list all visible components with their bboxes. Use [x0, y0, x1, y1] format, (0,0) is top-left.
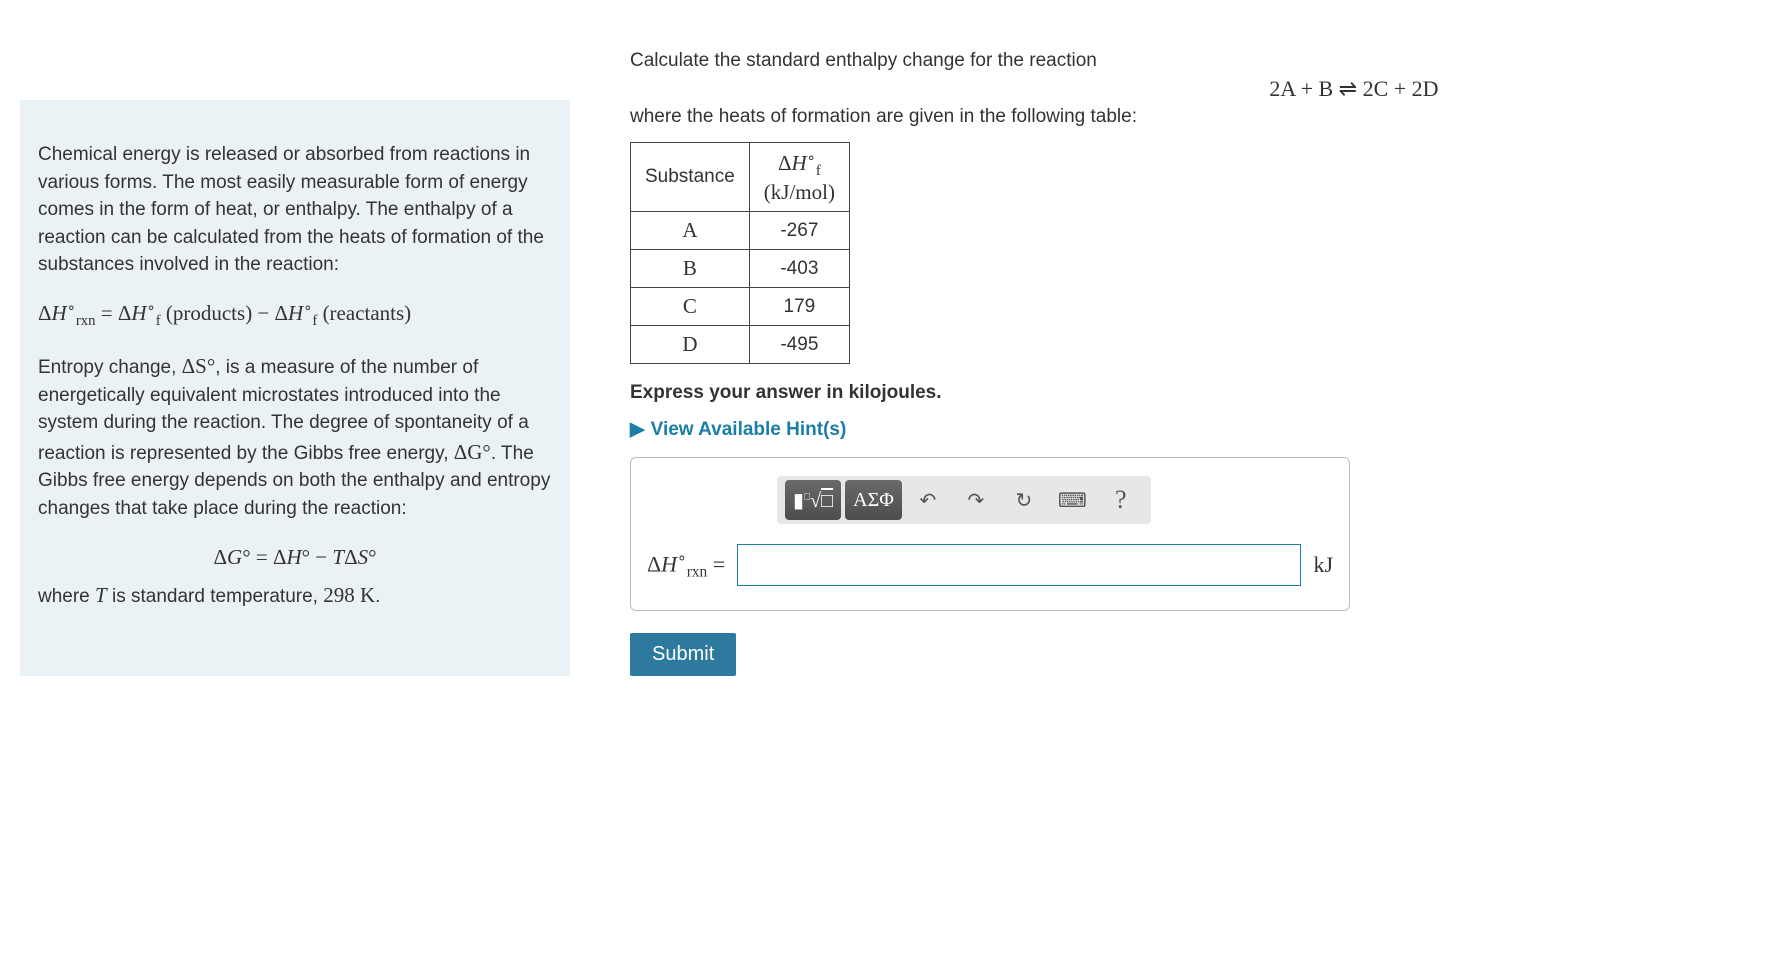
question-intro-1: Calculate the standard enthalpy change f… [630, 50, 1748, 72]
info-paragraph-3: where T is standard temperature, 298 K. [38, 580, 552, 611]
table-header-substance: Substance [631, 143, 750, 212]
templates-icon: ▮□√□ [793, 488, 833, 513]
redo-button[interactable]: ↷ [954, 480, 998, 520]
reaction-equation: 2A + B ⇌ 2C + 2D [630, 76, 1748, 102]
express-instruction: Express your answer in kilojoules. [630, 382, 1748, 404]
info-paragraph-2: Entropy change, ΔS°, is a measure of the… [38, 351, 552, 522]
view-hints-label: View Available Hint(s) [651, 419, 847, 441]
undo-button[interactable]: ↶ [906, 480, 950, 520]
info-panel: Chemical energy is released or absorbed … [20, 100, 570, 676]
reset-button[interactable]: ↻ [1002, 480, 1046, 520]
help-button[interactable]: ? [1099, 480, 1143, 520]
formation-table: Substance ΔH∘f (kJ/mol) A -267 B -403 C … [630, 142, 850, 364]
question-panel: Calculate the standard enthalpy change f… [630, 0, 1748, 676]
greek-button[interactable]: ΑΣΦ [845, 480, 902, 520]
templates-button[interactable]: ▮□√□ [785, 480, 841, 520]
answer-unit: kJ [1313, 552, 1333, 578]
submit-button[interactable]: Submit [630, 633, 736, 676]
chevron-right-icon: ▶ [630, 418, 645, 441]
answer-label: ΔH∘rxn = [647, 549, 725, 582]
answer-box: ▮□√□ ΑΣΦ ↶ ↷ ↻ ⌨ ? ΔH∘rxn = kJ [630, 457, 1350, 611]
equation-toolbar: ▮□√□ ΑΣΦ ↶ ↷ ↻ ⌨ ? [777, 476, 1151, 524]
keyboard-button[interactable]: ⌨ [1050, 480, 1095, 520]
view-hints-button[interactable]: ▶ View Available Hint(s) [630, 418, 846, 441]
equation-enthalpy: ΔH∘rxn = ΔH∘f (products) − ΔH∘f (reactan… [38, 298, 552, 333]
table-header-dhf: ΔH∘f (kJ/mol) [749, 143, 849, 212]
table-row: D -495 [631, 326, 850, 364]
equation-gibbs: ΔG° = ΔH° − TΔS° [38, 542, 552, 572]
answer-input[interactable] [737, 544, 1301, 586]
table-row: C 179 [631, 288, 850, 326]
table-row: A -267 [631, 212, 850, 250]
table-row: B -403 [631, 250, 850, 288]
info-paragraph-1: Chemical energy is released or absorbed … [38, 141, 552, 279]
question-intro-2: where the heats of formation are given i… [630, 106, 1748, 128]
